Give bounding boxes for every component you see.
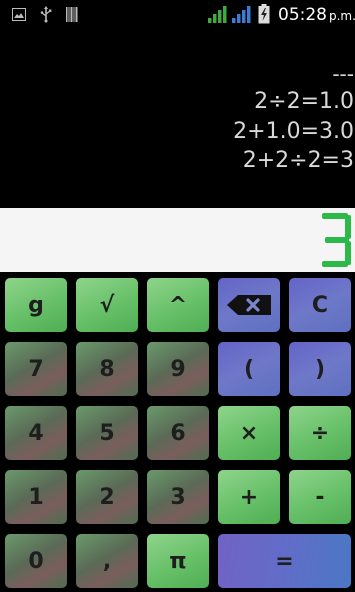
key-pi[interactable]: π [147,534,209,588]
key-backspace[interactable] [218,278,280,332]
key-sqrt[interactable]: √ [76,278,138,332]
result-value: 3 [322,213,351,267]
history-separator: --- [332,62,354,86]
key-plus[interactable]: + [218,470,280,524]
key-9[interactable]: 9 [147,342,209,396]
keypad: g √ ^ C 7 8 9 ( ) 4 5 6 × ÷ 1 2 3 + - 0 … [0,272,355,592]
signal-icon [232,6,251,23]
history-panel: --- 2÷2=1.0 2+1.0=3.0 2+2÷2=3 [0,30,355,208]
history-line: 2+1.0=3.0 [233,119,354,144]
status-time: 05:28 p.m. [278,5,355,25]
key-open-paren[interactable]: ( [218,342,280,396]
key-minus[interactable]: - [289,470,351,524]
key-power[interactable]: ^ [147,278,209,332]
signal-icon [208,6,227,23]
key-0[interactable]: 0 [5,534,67,588]
key-1[interactable]: 1 [5,470,67,524]
key-divide[interactable]: ÷ [289,406,351,460]
key-equals[interactable]: = [218,534,351,588]
key-clear[interactable]: C [289,278,351,332]
picture-icon [12,8,26,21]
key-comma[interactable]: , [76,534,138,588]
history-line: 2÷2=1.0 [254,89,354,114]
barcode-icon [66,7,78,22]
history-line: 2+2÷2=3 [242,148,354,173]
key-close-paren[interactable]: ) [289,342,351,396]
status-bar: 05:28 p.m. [0,0,355,30]
key-4[interactable]: 4 [5,406,67,460]
key-8[interactable]: 8 [76,342,138,396]
key-g[interactable]: g [5,278,67,332]
usb-icon [40,6,52,23]
key-2[interactable]: 2 [76,470,138,524]
key-6[interactable]: 6 [147,406,209,460]
key-multiply[interactable]: × [218,406,280,460]
battery-charging-icon [258,4,270,24]
result-display[interactable]: 3 [0,208,355,272]
key-3[interactable]: 3 [147,470,209,524]
key-5[interactable]: 5 [76,406,138,460]
key-7[interactable]: 7 [5,342,67,396]
backspace-icon [227,295,271,315]
